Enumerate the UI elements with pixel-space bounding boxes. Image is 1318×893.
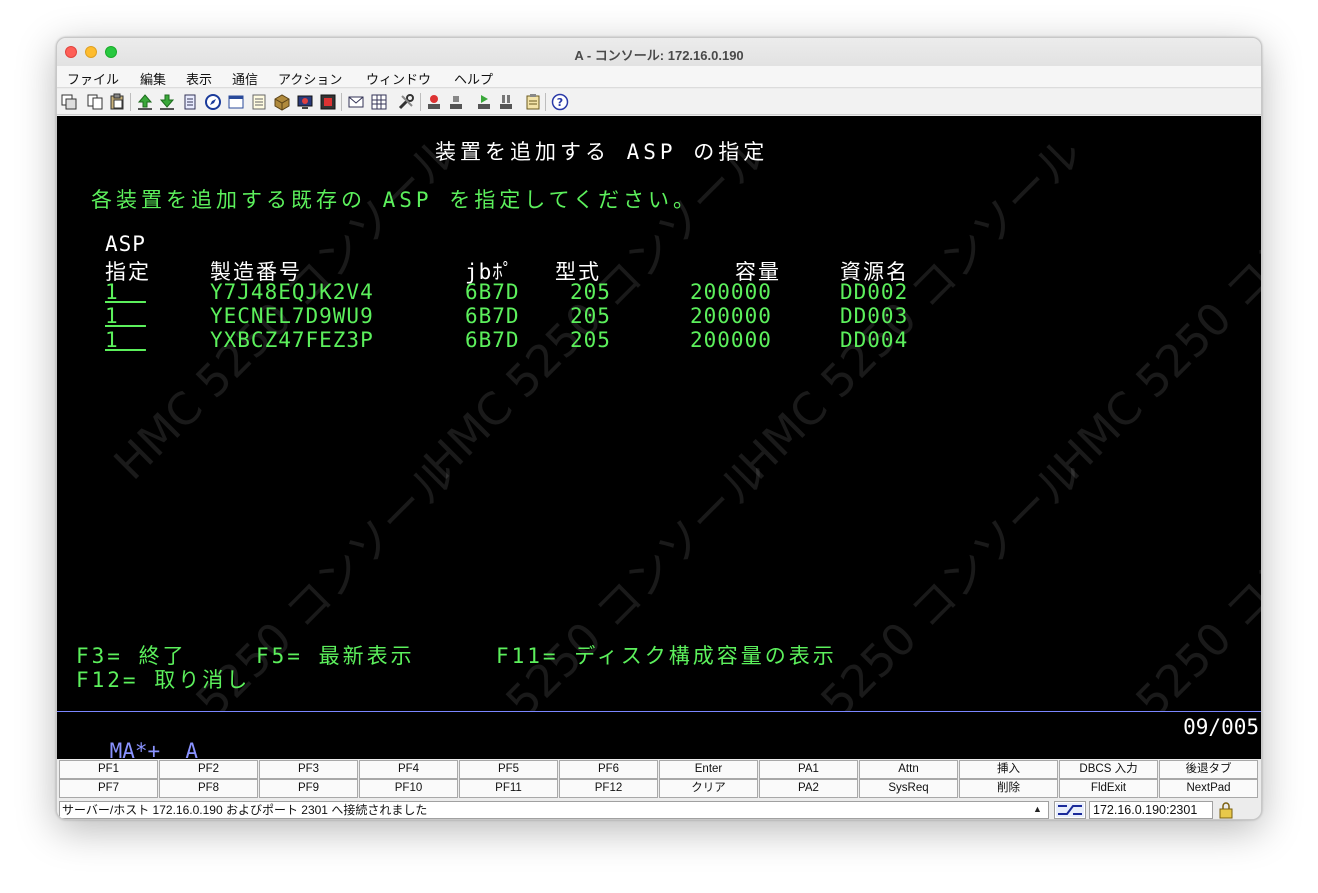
toolbar-separator bbox=[545, 93, 546, 111]
menu-file[interactable]: ファイル bbox=[67, 69, 119, 88]
toolbar-separator bbox=[341, 93, 342, 111]
device-model: 205 bbox=[570, 304, 611, 328]
window-icon[interactable] bbox=[227, 93, 245, 111]
lock-icon bbox=[1219, 802, 1233, 819]
key-insert[interactable]: 挿入 bbox=[959, 760, 1058, 779]
console-window: A - コンソール: 172.16.0.190 ファイル 編集 表示 通信 アク… bbox=[56, 37, 1262, 820]
resource-name: DD004 bbox=[840, 328, 909, 352]
keypad: PF1 PF2 PF3 PF4 PF5 PF6 Enter PA1 Attn 挿… bbox=[57, 759, 1261, 799]
column-header-asp: ASP bbox=[105, 232, 146, 256]
key-pa1[interactable]: PA1 bbox=[759, 760, 858, 779]
device-type: 6B7D bbox=[465, 328, 520, 352]
menu-edit[interactable]: 編集 bbox=[140, 69, 166, 88]
asp-input-field[interactable]: 1 bbox=[105, 304, 146, 328]
device-capacity: 200000 bbox=[690, 304, 772, 328]
toolbar-separator bbox=[420, 93, 421, 111]
macro-record-icon[interactable] bbox=[425, 93, 443, 111]
cursor-position: 09/005 bbox=[1183, 715, 1259, 739]
serial-number: YXBCZ47FEZ3P bbox=[210, 328, 374, 352]
resource-name: DD003 bbox=[840, 304, 909, 328]
svg-text:?: ? bbox=[557, 96, 563, 109]
grid-icon[interactable] bbox=[370, 93, 388, 111]
upload-icon[interactable] bbox=[136, 93, 154, 111]
key-dbcs-input[interactable]: DBCS 入力 bbox=[1059, 760, 1158, 779]
asp-input-field[interactable]: 1 bbox=[105, 328, 146, 352]
key-pf7[interactable]: PF7 bbox=[59, 779, 158, 798]
menu-bar: ファイル 編集 表示 通信 アクション ウィンドウ ヘルプ bbox=[57, 66, 1261, 88]
device-type: 6B7D bbox=[465, 304, 520, 328]
toolbar: ? bbox=[57, 89, 1261, 115]
host-address: 172.16.0.190:2301 bbox=[1089, 801, 1213, 819]
key-pf6[interactable]: PF6 bbox=[559, 760, 658, 779]
macro-play-icon[interactable] bbox=[475, 93, 493, 111]
display-icon[interactable] bbox=[296, 93, 314, 111]
menu-communication[interactable]: 通信 bbox=[232, 69, 258, 88]
paste-icon[interactable] bbox=[108, 93, 126, 111]
package-icon[interactable] bbox=[273, 93, 291, 111]
key-pf1[interactable]: PF1 bbox=[59, 760, 158, 779]
key-pf11[interactable]: PF11 bbox=[459, 779, 558, 798]
navigator-icon[interactable] bbox=[204, 93, 222, 111]
key-sysreq[interactable]: SysReq bbox=[859, 779, 958, 798]
serial-number: YECNEL7D9WU9 bbox=[210, 304, 374, 328]
key-pf5[interactable]: PF5 bbox=[459, 760, 558, 779]
copy-icon[interactable] bbox=[86, 93, 104, 111]
copy-screen-icon[interactable] bbox=[60, 93, 78, 111]
device-model: 205 bbox=[570, 328, 611, 352]
device-type: 6B7D bbox=[465, 280, 520, 304]
terminal-screen[interactable]: HMC 5250 コンソール HMC 5250 コンソール HMC 5250 コ… bbox=[57, 116, 1261, 759]
mail-icon[interactable] bbox=[347, 93, 365, 111]
status-message: サーバー/ホスト 172.16.0.190 およびポート 2301 へ接続されま… bbox=[59, 801, 1049, 819]
key-pf10[interactable]: PF10 bbox=[359, 779, 458, 798]
key-pf9[interactable]: PF9 bbox=[259, 779, 358, 798]
operator-info-area: MA*+ A 09/005 bbox=[57, 712, 1261, 763]
status-bar: サーバー/ホスト 172.16.0.190 およびポート 2301 へ接続されま… bbox=[57, 799, 1261, 819]
clipboard-icon[interactable] bbox=[524, 93, 542, 111]
window-title: A - コンソール: 172.16.0.190 bbox=[574, 48, 744, 63]
key-fldexit[interactable]: FldExit bbox=[1059, 779, 1158, 798]
title-bar: A - コンソール: 172.16.0.190 bbox=[57, 38, 1261, 66]
key-nextpad[interactable]: NextPad bbox=[1159, 779, 1258, 798]
macro-pause-icon[interactable] bbox=[497, 93, 515, 111]
key-attn[interactable]: Attn bbox=[859, 760, 958, 779]
key-pf2[interactable]: PF2 bbox=[159, 760, 258, 779]
key-pf8[interactable]: PF8 bbox=[159, 779, 258, 798]
key-pa2[interactable]: PA2 bbox=[759, 779, 858, 798]
screen-title: 装置を追加する ASP の指定 bbox=[435, 140, 769, 164]
menu-window[interactable]: ウィンドウ bbox=[366, 69, 431, 88]
wrench-icon[interactable] bbox=[397, 93, 415, 111]
key-pf12[interactable]: PF12 bbox=[559, 779, 658, 798]
resource-name: DD002 bbox=[840, 280, 909, 304]
function-key-f12: F12= 取り消し bbox=[76, 668, 251, 692]
instruction-text: 各装置を追加する既存の ASP を指定してください。 bbox=[91, 188, 698, 212]
key-clear[interactable]: クリア bbox=[659, 779, 758, 798]
macro-stop-icon[interactable] bbox=[447, 93, 465, 111]
menu-view[interactable]: 表示 bbox=[186, 69, 212, 88]
scroll-up-icon[interactable]: ▲ bbox=[1033, 804, 1042, 814]
connection-icon bbox=[1054, 801, 1086, 819]
device-capacity: 200000 bbox=[690, 280, 772, 304]
device-model: 205 bbox=[570, 280, 611, 304]
asp-input-field[interactable]: 1 bbox=[105, 280, 146, 304]
serial-number: Y7J48EQJK2V4 bbox=[210, 280, 374, 304]
film-icon[interactable] bbox=[319, 93, 337, 111]
notes-icon[interactable] bbox=[250, 93, 268, 111]
key-enter[interactable]: Enter bbox=[659, 760, 758, 779]
function-key-f11: F11= ディスク構成容量の表示 bbox=[496, 644, 837, 668]
download-icon[interactable] bbox=[158, 93, 176, 111]
help-icon[interactable]: ? bbox=[551, 93, 569, 111]
menu-help[interactable]: ヘルプ bbox=[454, 69, 493, 88]
key-pf3[interactable]: PF3 bbox=[259, 760, 358, 779]
function-key-f5: F5= 最新表示 bbox=[256, 644, 415, 668]
menu-action[interactable]: アクション bbox=[278, 69, 342, 88]
key-delete[interactable]: 削除 bbox=[959, 779, 1058, 798]
device-capacity: 200000 bbox=[690, 328, 772, 352]
key-backtab[interactable]: 後退タブ bbox=[1159, 760, 1258, 779]
toolbar-separator bbox=[130, 93, 131, 111]
key-pf4[interactable]: PF4 bbox=[359, 760, 458, 779]
print-icon[interactable] bbox=[181, 93, 199, 111]
